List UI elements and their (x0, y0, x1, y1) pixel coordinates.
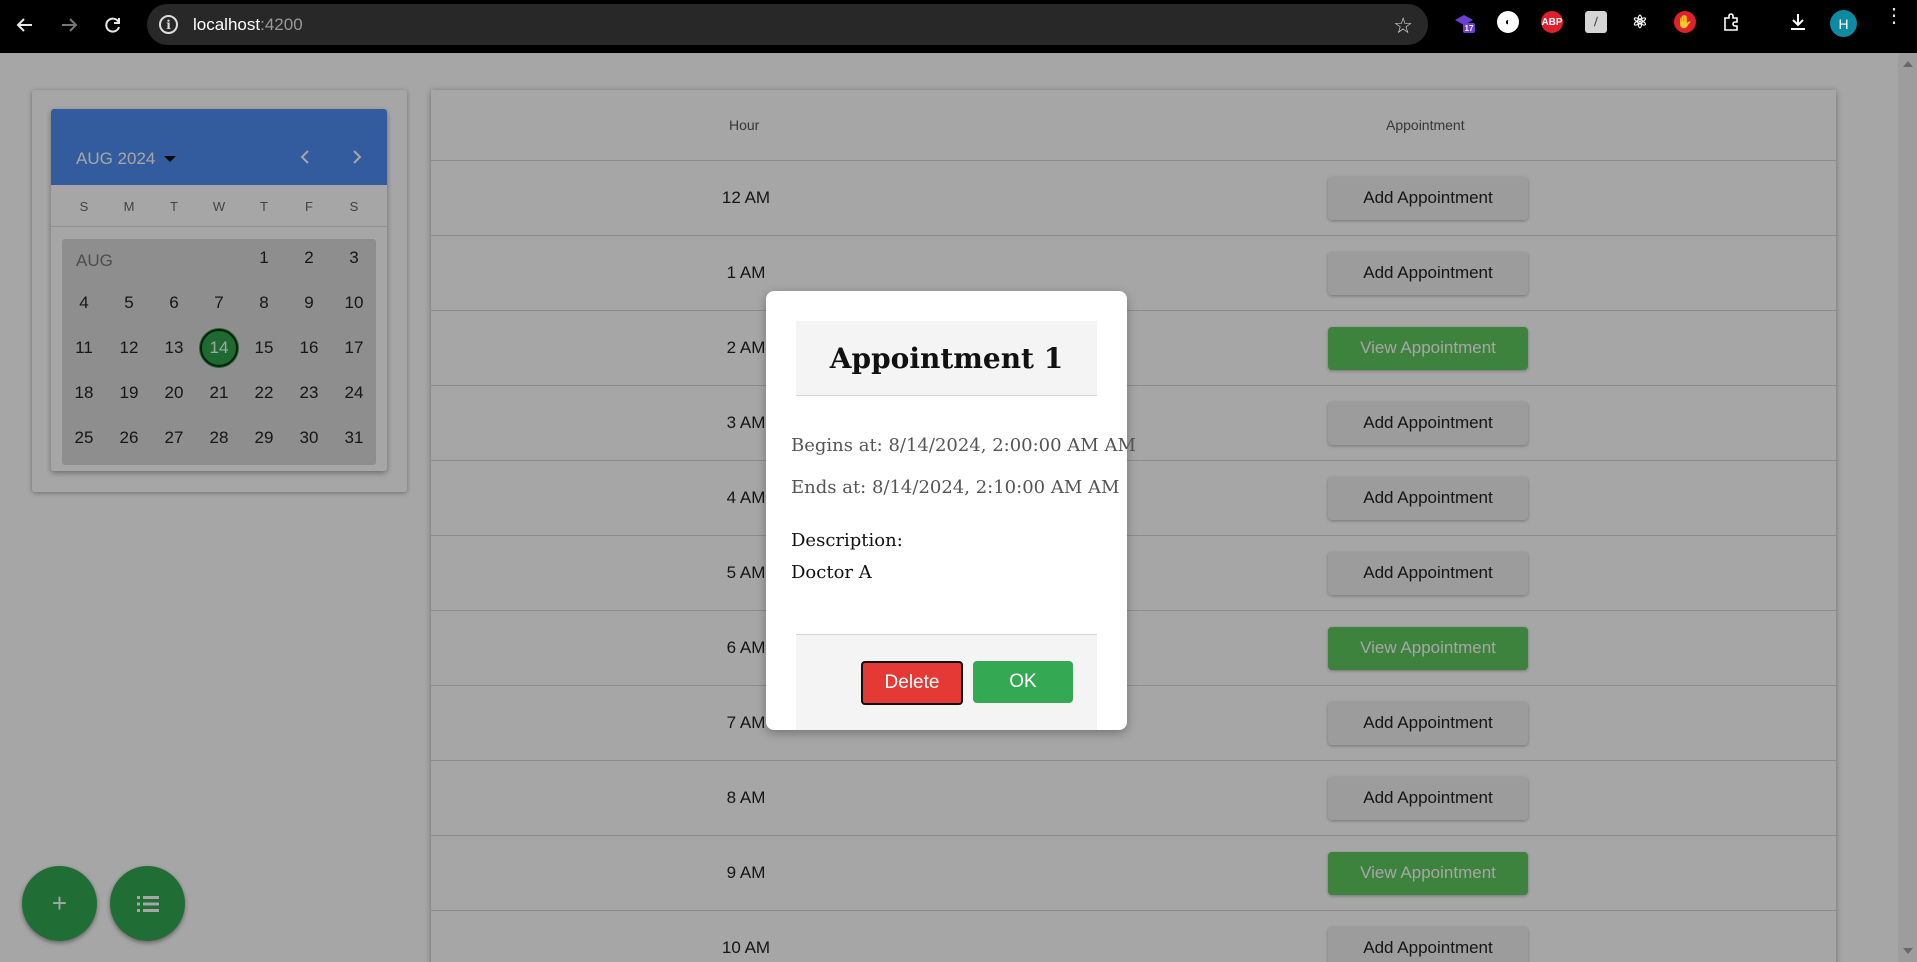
react-devtools-icon[interactable]: ⚛ (1629, 11, 1651, 33)
url-text: localhost:4200 (193, 15, 303, 34)
extension-hand-icon[interactable]: ✋ (1674, 11, 1696, 33)
browser-menu-icon[interactable]: ⋮ (1884, 6, 1904, 26)
extension-circle-icon[interactable]: ◐ (1497, 11, 1519, 33)
dialog-header: Appointment 1 (796, 321, 1097, 396)
forward-arrow-icon[interactable] (54, 10, 84, 40)
address-bar[interactable]: i localhost:4200 ☆ (147, 4, 1428, 45)
bookmark-star-icon[interactable]: ☆ (1393, 13, 1413, 39)
dialog-title: Appointment 1 (829, 341, 1064, 375)
extension-badge-text: 17 (1465, 24, 1474, 33)
download-icon[interactable] (1787, 11, 1809, 33)
dialog-footer: Delete OK (796, 634, 1097, 730)
appointment-dialog: Appointment 1 Begins at: 8/14/2024, 2:00… (766, 291, 1136, 730)
browser-toolbar: i localhost:4200 ☆ 17 ◐ ABP ⧸ ⚛ ✋ H ⋮ (0, 0, 1917, 53)
profile-avatar[interactable]: H (1830, 10, 1857, 37)
adblock-label: ABP (1541, 16, 1563, 28)
extension-slash-icon[interactable]: ⧸ (1585, 11, 1607, 33)
adblock-icon[interactable]: ABP (1541, 11, 1563, 33)
site-info-icon[interactable]: i (159, 15, 178, 34)
ends-at-text: Ends at: 8/14/2024, 2:10:00 AM AM (791, 477, 1120, 498)
extension-hat-icon[interactable]: 17 (1453, 11, 1475, 33)
reload-icon[interactable] (98, 10, 128, 40)
ok-button[interactable]: OK (973, 661, 1073, 703)
description-value: Doctor A (791, 562, 872, 583)
extensions-puzzle-icon[interactable] (1721, 11, 1743, 33)
back-arrow-icon[interactable] (10, 10, 40, 40)
description-label: Description: (791, 530, 903, 551)
begins-at-text: Begins at: 8/14/2024, 2:00:00 AM AM (791, 435, 1136, 456)
delete-button[interactable]: Delete (861, 661, 963, 705)
